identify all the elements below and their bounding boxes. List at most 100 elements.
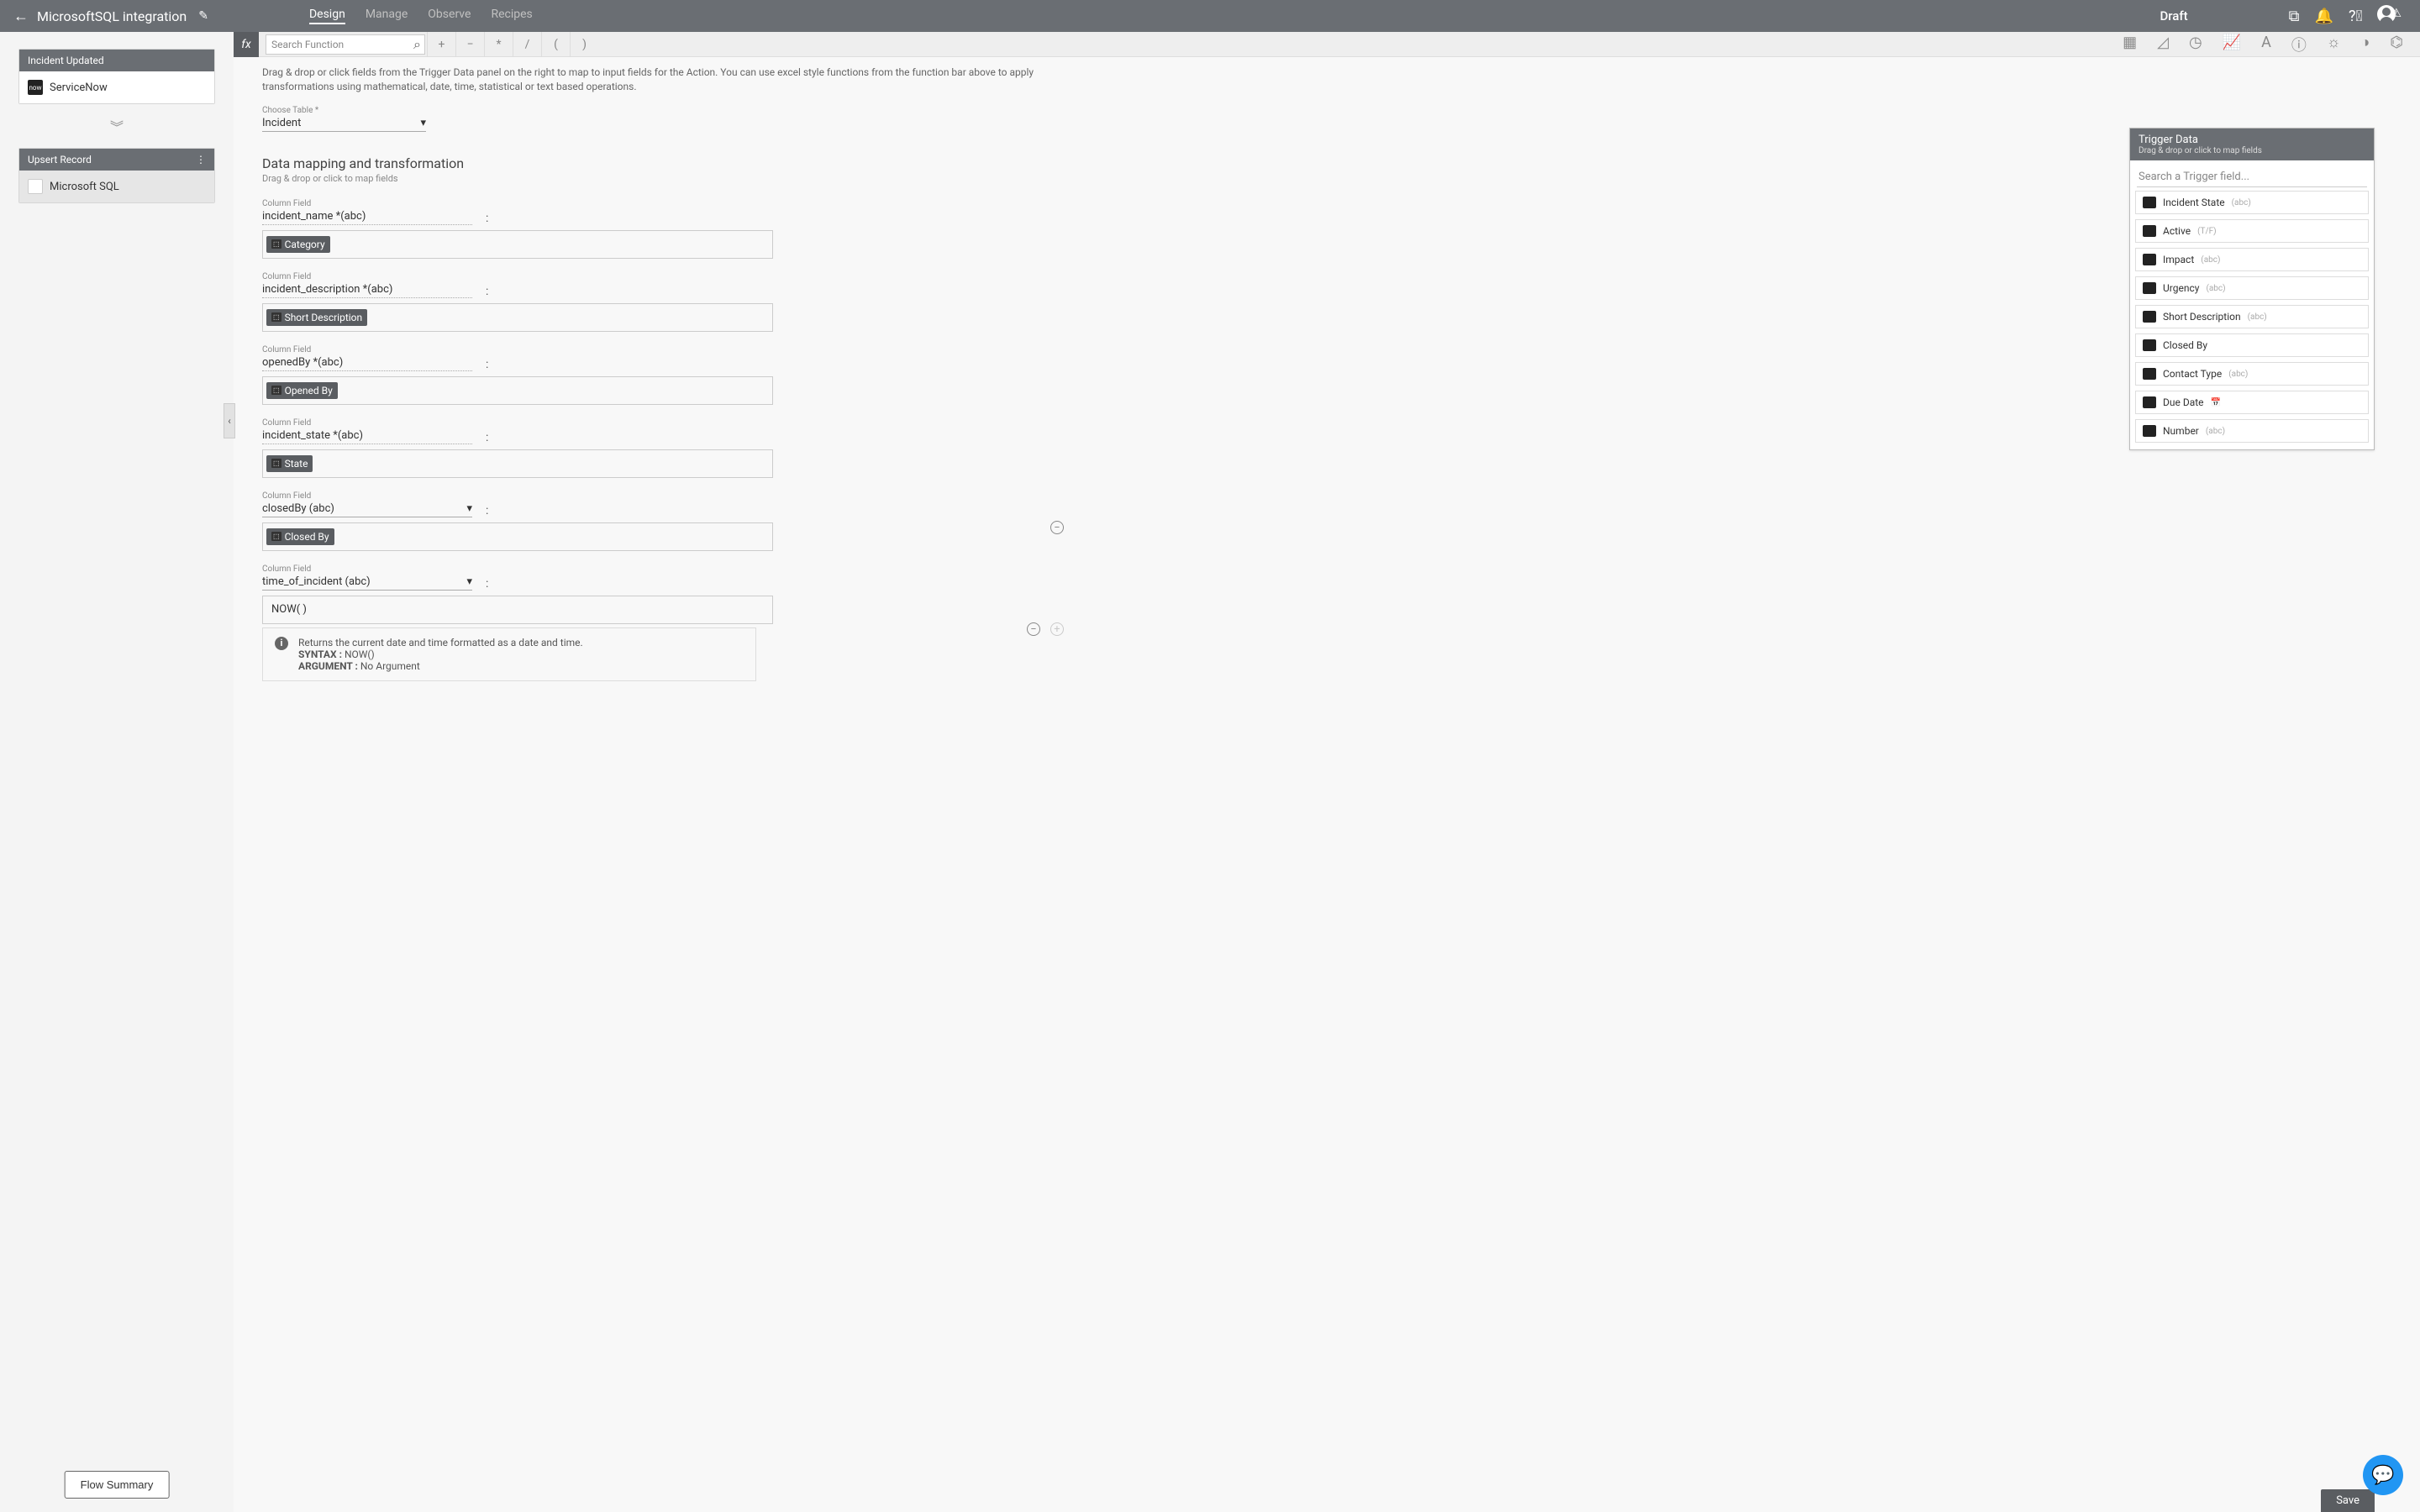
function-search-input[interactable]: Search Function ⌕ (266, 34, 425, 55)
open-external-icon[interactable]: ⧉ (2289, 8, 2300, 25)
fn-cat-angle-icon[interactable]: ◿ (2157, 34, 2169, 55)
mapping-input[interactable]: ⬚Short Description (262, 303, 773, 332)
mapped-pill[interactable]: ⬚Closed By (266, 528, 334, 545)
column-field-input[interactable]: openedBy *(abc) (262, 354, 472, 371)
help-description: Returns the current date and time format… (298, 637, 583, 648)
trigger-field-item[interactable]: Impact (abc) (2135, 248, 2369, 271)
action-card[interactable]: Upsert Record ⋮ Microsoft SQL (18, 148, 215, 203)
servicenow-icon (2143, 282, 2156, 294)
help-icon[interactable]: ?⃝ (2349, 8, 2363, 25)
save-button[interactable]: Save (2321, 1489, 2375, 1512)
user-avatar-icon[interactable]: ⚠ (2377, 5, 2407, 28)
chat-bubble-icon[interactable]: 💬 (2363, 1455, 2403, 1495)
card-menu-icon[interactable]: ⋮ (196, 154, 206, 165)
tab-manage[interactable]: Manage (366, 8, 408, 24)
fn-cat-tune-icon[interactable]: ◑ (2360, 34, 2370, 55)
mssql-icon (28, 179, 43, 194)
tab-recipes[interactable]: Recipes (491, 8, 532, 24)
remove-row-button[interactable]: − (1050, 521, 1064, 534)
trigger-field-item[interactable]: Short Description (abc) (2135, 305, 2369, 328)
op-minus[interactable]: − (455, 32, 484, 57)
trigger-panel-title: Trigger Data (2139, 134, 2365, 146)
mapping-section-title: Data mapping and transformation (262, 155, 1028, 171)
remove-row-button[interactable]: − (1027, 622, 1040, 636)
op-rparen[interactable]: ) (570, 32, 598, 57)
field-row: Column Fieldincident_name *(abc):⬚Catego… (262, 199, 1028, 259)
tab-observe[interactable]: Observe (428, 8, 471, 24)
trigger-field-type: (abc) (2206, 284, 2225, 293)
trigger-field-name: Short Description (2163, 311, 2241, 323)
function-search-placeholder: Search Function (271, 39, 344, 50)
servicenow-icon: now (28, 80, 43, 95)
fn-cat-info-icon[interactable]: ⓘ (2291, 34, 2307, 55)
bell-icon[interactable]: 🔔 (2315, 8, 2333, 25)
servicenow-icon (2143, 339, 2156, 351)
pill-label: Closed By (285, 531, 329, 543)
column-field-input[interactable]: time_of_incident (abc)▾ (262, 574, 472, 591)
fn-cat-gear-icon[interactable]: ☼ (2327, 34, 2341, 55)
calendar-icon: 📅 (2211, 398, 2221, 407)
trigger-field-type: (abc) (2201, 255, 2220, 265)
mapped-pill[interactable]: ⬚Category (266, 236, 330, 253)
trigger-field-item[interactable]: Contact Type(abc) (2135, 362, 2369, 386)
fn-cat-grid-icon[interactable]: ▦ (2123, 34, 2137, 55)
mapped-pill[interactable]: ⬚Opened By (266, 382, 338, 399)
fn-cat-chart-icon[interactable]: 📈 (2223, 34, 2241, 55)
fn-cat-text-icon[interactable]: A (2261, 34, 2271, 55)
row-controls: −+ (1027, 622, 1064, 636)
servicenow-icon (2143, 396, 2156, 408)
trigger-field-item[interactable]: Urgency(abc) (2135, 276, 2369, 300)
mapping-input[interactable]: ⬚Closed By (262, 522, 773, 551)
help-argument: ARGUMENT : No Argument (298, 660, 583, 672)
search-icon[interactable]: ⌕ (413, 36, 421, 53)
trigger-card[interactable]: Incident Updated now ServiceNow (18, 49, 215, 104)
trigger-search-input[interactable]: Search a Trigger field... (2137, 167, 2367, 187)
trigger-card-title: Incident Updated (28, 55, 104, 66)
op-mult[interactable]: * (484, 32, 513, 57)
mapping-input[interactable]: NOW( ) (262, 596, 773, 624)
edit-title-icon[interactable]: ✎ (198, 9, 208, 23)
choose-table-value: Incident (262, 117, 301, 129)
add-row-button[interactable]: + (1050, 622, 1064, 636)
op-plus[interactable]: + (427, 32, 455, 57)
trigger-field-item[interactable]: Closed By (2135, 333, 2369, 357)
pill-label: State (285, 458, 308, 470)
collapse-sidebar-button[interactable]: ‹ (224, 403, 235, 438)
trigger-field-type: (abc) (2248, 312, 2267, 322)
field-row: Column Fieldincident_state *(abc):⬚State (262, 418, 1028, 478)
column-field-input[interactable]: incident_name *(abc) (262, 208, 472, 225)
trigger-field-item[interactable]: Number(abc) (2135, 419, 2369, 443)
op-div[interactable]: / (513, 32, 541, 57)
column-field-input[interactable]: incident_description *(abc) (262, 281, 472, 298)
action-card-title: Upsert Record (28, 154, 92, 165)
action-app-label: Microsoft SQL (50, 181, 119, 193)
trigger-field-item[interactable]: Due Date📅 (2135, 391, 2369, 414)
fn-cat-clock-icon[interactable]: ◷ (2189, 34, 2202, 55)
mapping-input[interactable]: ⬚Category (262, 230, 773, 259)
back-arrow-icon[interactable]: ← (13, 8, 29, 25)
column-field-input[interactable]: incident_state *(abc) (262, 428, 472, 444)
trigger-field-type: (abc) (2228, 370, 2248, 379)
field-row: Column FieldclosedBy (abc)▾:⬚Closed By− (262, 491, 1028, 551)
colon: : (486, 212, 488, 225)
servicenow-icon (2143, 225, 2156, 237)
mapped-pill[interactable]: ⬚Short Description (266, 309, 367, 326)
pill-source-icon: ⬚ (271, 459, 281, 468)
trigger-field-item[interactable]: Incident State(abc) (2135, 191, 2369, 214)
mapping-input[interactable]: ⬚Opened By (262, 376, 773, 405)
flow-summary-button[interactable]: Flow Summary (65, 1471, 170, 1499)
op-lparen[interactable]: ( (541, 32, 570, 57)
fx-icon[interactable]: fx (234, 32, 259, 57)
column-field-input[interactable]: closedBy (abc)▾ (262, 501, 472, 517)
column-field-label: Column Field (262, 564, 472, 574)
chevron-down-icon: ▾ (466, 502, 472, 515)
choose-table-select[interactable]: Incident ▾ (262, 115, 426, 132)
tab-design[interactable]: Design (309, 8, 345, 24)
servicenow-icon (2143, 368, 2156, 380)
mapping-input[interactable]: ⬚ State (262, 449, 773, 478)
mapped-pill[interactable]: ⬚ State (266, 455, 313, 472)
trigger-field-name: Impact (2163, 254, 2194, 265)
trigger-field-item[interactable]: Active(T/F) (2135, 219, 2369, 243)
trigger-app-label: ServiceNow (50, 81, 108, 94)
fn-cat-cubes-icon[interactable]: ⌬ (2390, 34, 2403, 55)
